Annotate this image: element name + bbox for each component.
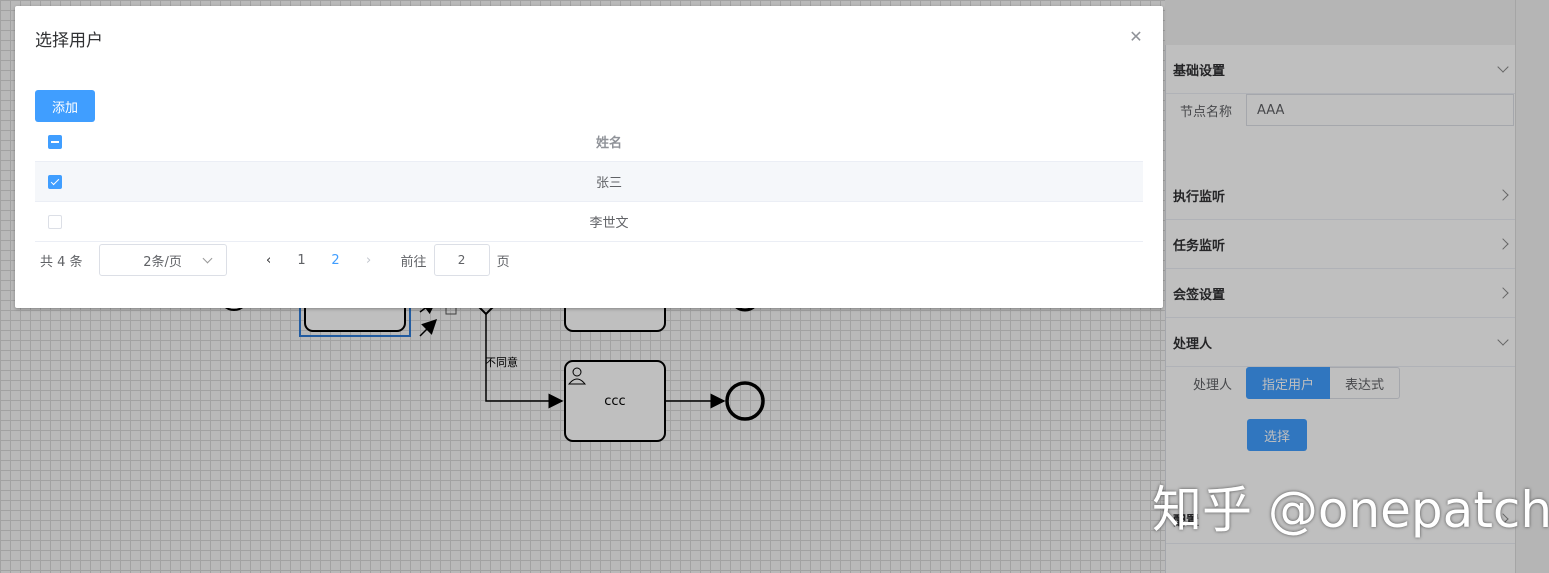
add-button[interactable]: 添加 [35,90,95,122]
page-2[interactable]: 2 [319,253,353,268]
user-table: 姓名 张三 李世文 [35,122,1143,242]
dialog-title: 选择用户 [35,31,103,51]
goto-suffix: 页 [496,254,510,270]
select-all-checkbox[interactable] [48,135,62,149]
close-icon[interactable]: ✕ [1129,29,1143,45]
table-row[interactable]: 李世文 [35,202,1143,242]
next-page-button[interactable]: › [353,253,385,268]
watermark: 知乎 @onepatch [1152,481,1549,539]
row-name: 张三 [595,176,622,191]
column-header-name: 姓名 [595,136,622,151]
row-name: 李世文 [589,216,629,231]
row-checkbox[interactable] [48,175,62,189]
chevron-down-icon [202,253,212,264]
page-size-value: 2条/页 [143,254,182,270]
pagination: 共 4 条 2条/页 ‹ 1 2 › 前往 2 页 [35,244,510,276]
total-count: 共 4 条 [40,254,83,270]
table-header: 姓名 [35,122,1143,162]
table-row[interactable]: 张三 [35,162,1143,202]
goto-input[interactable]: 2 [433,244,490,276]
goto-label: 前往 [400,254,427,270]
page-1[interactable]: 1 [285,253,319,268]
select-user-dialog: 选择用户 ✕ 添加 姓名 张三 李世文 共 4 条 2条/页 ‹ 1 2 › 前… [15,6,1163,308]
page-size-select[interactable]: 2条/页 [98,244,227,276]
row-checkbox[interactable] [48,215,62,229]
prev-page-button[interactable]: ‹ [253,253,285,268]
